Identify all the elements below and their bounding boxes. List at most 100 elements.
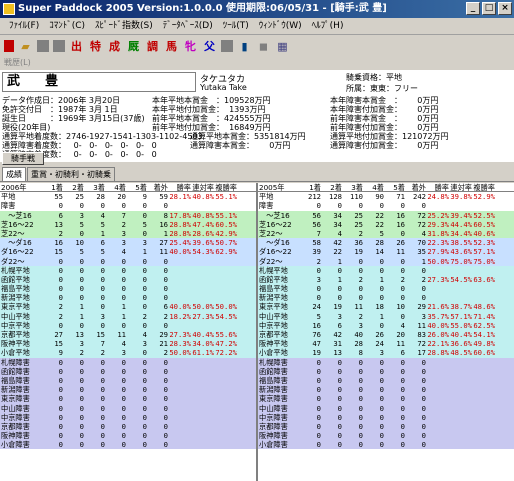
kanji-button-2[interactable]: 特 (88, 39, 103, 54)
maximize-icon[interactable]: □ (482, 2, 496, 15)
table-row[interactable]: 函館平地 0 0 0 0 0 0 (0, 274, 256, 285)
row-label: 福島障害 (259, 375, 288, 385)
table-row[interactable]: 東京障害 0 0 0 0 0 0 (0, 394, 256, 404)
table-row[interactable]: 小倉平地 9 2 2 3 0 2 50.0% 61.1% 72.2% (0, 348, 256, 358)
count-cell: 128 (329, 192, 342, 202)
table-row[interactable]: ～芝16 56 34 25 22 16 72 25.2% 39.4% 52.5% (258, 210, 514, 220)
stop-icon[interactable] (4, 40, 14, 52)
table-row[interactable]: ダ22～ 0 0 0 0 0 0 (0, 256, 256, 266)
jockey-race-button[interactable]: 騎手戦 (2, 152, 44, 165)
menu-tool[interactable]: ﾂｰﾙ(T) (218, 18, 254, 34)
table-row[interactable]: 札幌障害 0 0 0 0 0 0 (258, 357, 514, 367)
book-icon[interactable]: ▮ (237, 39, 252, 54)
table-row[interactable]: 障害 0 0 0 0 0 0 (0, 201, 256, 211)
table-row[interactable]: 芝22～ 2 0 1 3 0 1 28.8% 28.6% 42.9% (0, 228, 256, 239)
menu-command[interactable]: ｺﾏﾝﾄﾞ(C) (44, 18, 90, 34)
count-cell: 1 (142, 247, 147, 257)
tab-results[interactable]: 成績 (2, 167, 26, 181)
row-label: 函館障害 (1, 366, 30, 376)
table-row[interactable]: 芝16～22 13 5 5 2 5 16 28.8% 47.4% 60.5% (0, 219, 256, 229)
table-row[interactable]: 札幌平地 0 0 0 0 0 0 (0, 265, 256, 275)
table-row[interactable]: 芝22～ 7 4 2 5 0 4 31.8% 34.4% 40.6% (258, 228, 514, 239)
table-row[interactable]: 京都障害 0 0 0 0 0 0 (258, 421, 514, 432)
calculator-icon[interactable] (221, 40, 233, 52)
table-row[interactable]: 阪神障害 0 0 0 0 0 0 (258, 431, 514, 441)
table-row[interactable]: ダ16～22 39 22 19 14 11 35 27.9% 43.6% 57.1% (258, 247, 514, 257)
table-row[interactable]: 函館平地 3 1 2 1 2 2 27.3% 54.5% 63.6% (258, 274, 514, 285)
menu-speed-index[interactable]: ｽﾋﾟｰﾄﾞ指数(S) (90, 18, 158, 34)
table-row[interactable]: 東京障害 0 0 0 0 0 0 (258, 394, 514, 404)
kanji-button-3[interactable]: 成 (107, 39, 122, 54)
menu-file[interactable]: ﾌｧｲﾙ(F) (4, 18, 44, 34)
table-row[interactable]: 阪神障害 0 0 0 0 0 0 (0, 431, 256, 441)
table-row[interactable]: 中山障害 0 0 0 0 0 0 (258, 403, 514, 413)
header-cell: 2着 (72, 183, 84, 192)
table-row[interactable]: ダ16～22 15 5 5 4 1 11 40.0% 54.3% 62.9% (0, 247, 256, 257)
table-row[interactable]: 東京平地 24 19 11 18 10 29 21.6% 38.7% 48.6% (258, 302, 514, 312)
table-row[interactable]: 新潟平地 0 0 0 0 0 0 (258, 293, 514, 303)
table-row[interactable]: 阪神平地 15 3 7 4 3 21 28.3% 34.0% 47.2% (0, 339, 256, 349)
table-row[interactable]: 京都平地 76 42 40 26 20 83 26.0% 40.4% 54.1% (258, 330, 514, 340)
tab-graded[interactable]: 重賞・初騎利・初騎乗 (27, 167, 115, 181)
table-row[interactable]: 平地 212 128 110 90 71 242 24.8% 39.8% 52.9% (258, 192, 514, 202)
table-row[interactable]: 福島障害 0 0 0 0 0 0 (258, 375, 514, 386)
table-row[interactable]: ～ダ16 58 42 36 28 26 70 22.3% 38.5% 52.3% (258, 238, 514, 248)
grid-icon[interactable]: ▦ (275, 39, 290, 54)
table-row[interactable]: 中山平地 5 3 2 1 0 3 35.7% 57.1% 71.4% (258, 311, 514, 321)
table-row[interactable]: 平地 55 25 28 20 9 59 28.1% 40.8% 55.1% (0, 192, 256, 202)
table-row[interactable]: 中京平地 0 0 0 0 0 0 (0, 320, 256, 330)
table-row[interactable]: 中京障害 0 0 0 0 0 0 (258, 412, 514, 422)
table-row[interactable]: 小倉障害 0 0 0 0 0 0 (0, 440, 256, 450)
count-cell: 0 (379, 394, 384, 404)
count-cell: 0 (58, 412, 63, 422)
table-row[interactable]: 小倉障害 0 0 0 0 0 0 (258, 440, 514, 450)
save-icon[interactable] (37, 40, 49, 52)
menu-database[interactable]: ﾃﾞｰﾀﾍﾞｰｽ(D) (158, 18, 218, 34)
rate-cell (214, 284, 237, 293)
table-row[interactable]: 札幌障害 0 0 0 0 0 0 (0, 357, 256, 367)
table-row[interactable]: 新潟障害 0 0 0 0 0 0 (0, 385, 256, 395)
menu-window[interactable]: ｳｨﾝﾄﾞｳ(W) (254, 18, 307, 34)
row-label: 中京障害 (259, 412, 288, 422)
table-row[interactable]: ダ22～ 2 1 0 0 0 1 50.0% 75.0% 75.0% (258, 256, 514, 266)
table-row[interactable]: 京都障害 0 0 0 0 0 0 (0, 421, 256, 432)
menu-help[interactable]: ﾍﾙﾌﾟ(H) (307, 18, 349, 34)
table-row[interactable]: 東京平地 2 1 0 1 0 6 40.0% 50.0% 50.0% (0, 302, 256, 312)
table-row[interactable]: ～芝16 6 3 4 7 0 8 17.8% 40.8% 55.1% (0, 210, 256, 220)
table-row[interactable]: 函館障害 0 0 0 0 0 0 (0, 366, 256, 376)
kanji-button-8[interactable]: 父 (202, 39, 217, 54)
count-cell: 0 (421, 412, 426, 422)
count-cell: 0 (163, 256, 168, 266)
table-row[interactable]: 新潟障害 0 0 0 0 0 0 (258, 385, 514, 395)
table-row[interactable]: 札幌平地 0 0 0 0 0 0 (258, 265, 514, 275)
table-row[interactable]: 福島平地 0 0 0 0 0 0 (0, 284, 256, 294)
table-row[interactable]: 中山平地 2 1 3 1 2 2 18.2% 27.3% 54.5% (0, 311, 256, 321)
kanji-button-7[interactable]: 牝 (183, 39, 198, 54)
table-row[interactable]: 中京障害 0 0 0 0 0 0 (0, 412, 256, 422)
minimize-icon[interactable]: _ (466, 2, 480, 15)
kanji-button-1[interactable]: 出 (69, 39, 84, 54)
table-row[interactable]: 中山障害 0 0 0 0 0 0 (0, 403, 256, 413)
table-row[interactable]: 小倉平地 19 13 8 3 6 17 28.8% 48.5% 60.6% (258, 348, 514, 358)
count-cell: 0 (337, 431, 342, 441)
table-row[interactable]: ～ダ16 16 10 6 3 3 27 25.4% 39.6% 50.7% (0, 238, 256, 248)
print-icon[interactable] (53, 40, 65, 52)
table-row[interactable]: 福島平地 0 0 0 0 0 0 (258, 284, 514, 294)
table-row[interactable]: 京都平地 27 13 15 11 4 29 27.3% 40.4% 55.6% (0, 330, 256, 340)
table-row[interactable]: 中京平地 16 6 3 0 4 11 40.0% 55.0% 62.5% (258, 320, 514, 330)
table-row[interactable]: 障害 0 0 0 0 0 0 (258, 201, 514, 211)
table-row[interactable]: 新潟平地 0 0 0 0 0 0 (0, 293, 256, 303)
kanji-button-6[interactable]: 馬 (164, 39, 179, 54)
rate-cell (168, 440, 191, 449)
rate-cell: 40.4% (192, 330, 214, 339)
open-folder-icon[interactable]: ▰ (18, 39, 33, 54)
history-button[interactable]: 戦歴(L) (4, 58, 31, 67)
kanji-button-4[interactable]: 厩 (126, 39, 141, 54)
table-row[interactable]: 福島障害 0 0 0 0 0 0 (0, 375, 256, 386)
table-row[interactable]: 阪神平地 47 31 28 24 11 72 22.1% 36.6% 49.8% (258, 339, 514, 349)
table-row[interactable]: 芝16～22 56 34 25 22 16 72 29.3% 44.4% 60.5% (258, 219, 514, 229)
camera-icon[interactable]: ◼ (256, 39, 271, 54)
kanji-button-5[interactable]: 調 (145, 39, 160, 54)
close-icon[interactable]: × (498, 2, 512, 15)
table-row[interactable]: 函館障害 0 0 0 0 0 0 (258, 366, 514, 376)
